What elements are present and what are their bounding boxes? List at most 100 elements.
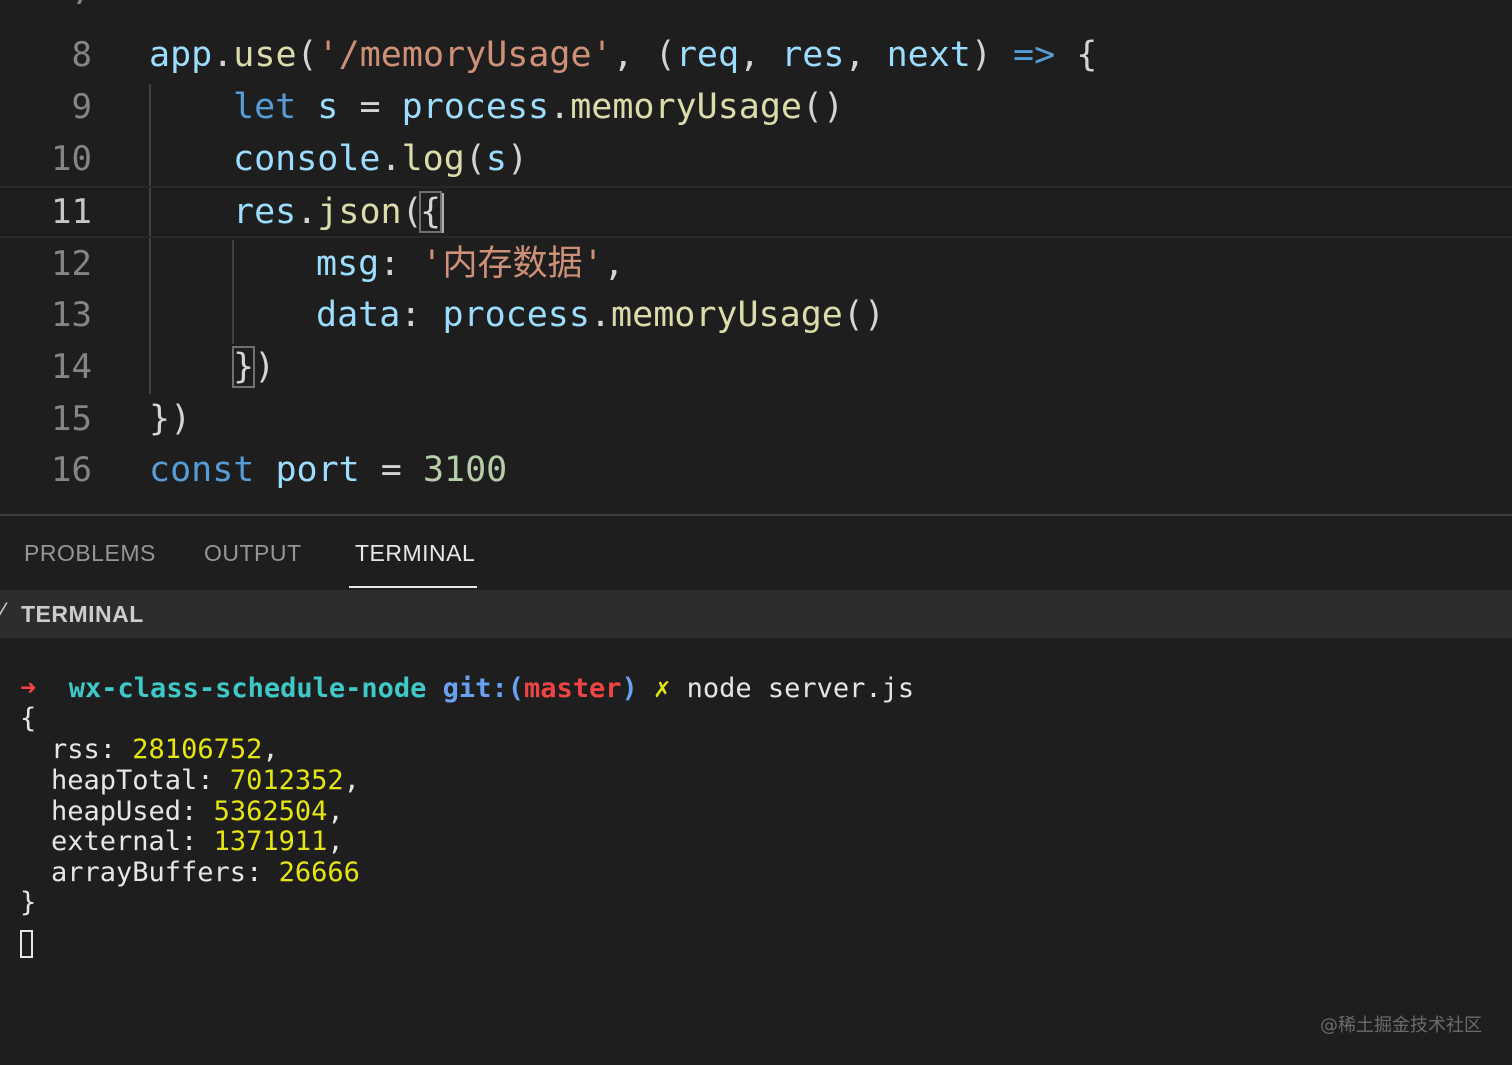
code-token: .	[212, 35, 234, 75]
code-line-current: 11 res.json( {	[0, 186, 1512, 238]
code-token: use	[233, 35, 297, 75]
code-token: ,	[739, 35, 782, 75]
code-text: const port = 3100	[149, 444, 507, 496]
line-number: 13	[51, 295, 92, 335]
code-token: .	[380, 139, 402, 179]
code-token: let	[233, 87, 297, 127]
prompt-git-branch: master	[523, 673, 622, 704]
code-token: 3100	[422, 450, 508, 490]
panel-tab-bar: PROBLEMS OUTPUT TERMINAL	[0, 516, 1512, 590]
code-token: )	[254, 347, 276, 387]
line-number: 15	[51, 399, 92, 439]
terminal-output-line: external: 1371911,	[51, 826, 344, 857]
code-token: res	[781, 35, 845, 75]
code-token: log	[401, 139, 465, 179]
matched-bracket: }	[231, 346, 256, 388]
code-token: =	[359, 450, 423, 490]
code-token: process	[401, 87, 550, 127]
code-line: 14 })	[0, 341, 1512, 393]
code-token: next	[886, 35, 971, 75]
line-number: 16	[51, 450, 92, 490]
code-token: ()	[801, 87, 845, 127]
code-token: .	[589, 295, 612, 335]
code-token: )	[970, 35, 1014, 75]
active-tab-indicator	[349, 586, 477, 588]
code-token: ()	[842, 295, 885, 335]
terminal-command: node server.js	[686, 673, 915, 704]
line-number: 12	[51, 244, 92, 284]
code-token: console	[233, 139, 381, 179]
code-token: })	[149, 399, 192, 439]
terminal-section-title: TERMINAL	[21, 601, 144, 627]
code-token: , (	[612, 35, 676, 75]
code-token: process	[442, 295, 590, 335]
code-token: memoryUsage	[611, 295, 843, 335]
tab-terminal[interactable]: TERMINAL	[355, 540, 475, 567]
terminal-output-line: arrayBuffers: 26666	[51, 857, 360, 888]
code-token: s	[485, 139, 507, 179]
code-token: (	[296, 35, 318, 75]
code-token: const	[149, 450, 255, 490]
line-number: 9	[71, 87, 92, 127]
terminal-cursor	[20, 930, 33, 958]
line-number: 10	[51, 139, 92, 179]
code-text: msg: '内存数据',	[316, 238, 625, 290]
code-text: data: process.memoryUsage()	[316, 289, 885, 341]
line-number: 8	[71, 35, 92, 75]
terminal-output-line: {	[20, 703, 37, 734]
code-text: app.use('/memoryUsage', (req, res, next)…	[149, 29, 1097, 81]
code-token: ,	[603, 244, 625, 284]
terminal-output-line: heapTotal: 7012352,	[51, 765, 360, 796]
code-token: :	[379, 244, 422, 284]
code-token: '/memoryUsage'	[317, 35, 613, 75]
code-token: s	[317, 87, 339, 127]
code-token: port	[275, 450, 360, 490]
code-token: {	[1055, 35, 1098, 75]
terminal-prompt-line: ➜ wx-class-schedule-node git:(master) ✗ …	[20, 673, 914, 704]
code-line: 13 data: process.memoryUsage()	[0, 289, 1512, 341]
code-line: 8 app.use('/memoryUsage', (req, res, nex…	[0, 29, 1512, 81]
terminal-output-line: }	[20, 887, 37, 918]
terminal-output-line: heapUsed: 5362504,	[51, 796, 344, 827]
terminal-output[interactable]: ➜ wx-class-schedule-node git:(master) ✗ …	[0, 638, 1512, 1065]
bottom-panel: PROBLEMS OUTPUT TERMINAL ⁄ TERMINAL ➜ wx…	[0, 514, 1512, 1065]
code-token: msg	[316, 244, 380, 284]
code-editor[interactable]: 7 8 app.use('/memoryUsage', (req, res, n…	[0, 0, 1512, 514]
prompt-directory: wx-class-schedule-node	[68, 673, 427, 704]
code-token: req	[675, 35, 740, 75]
code-token: (	[464, 139, 486, 179]
code-line: 16 const port = 3100	[0, 444, 1512, 496]
chevron-down-icon[interactable]: ⁄	[0, 600, 4, 625]
code-token: .	[549, 87, 571, 127]
matched-bracket: {	[418, 191, 443, 233]
code-line: 7	[0, 0, 1512, 19]
code-text: console.log(s)	[233, 133, 528, 185]
code-line: 12 msg: '内存数据',	[0, 238, 1512, 290]
code-line: 15 })	[0, 393, 1512, 445]
code-token: data	[316, 295, 401, 335]
code-token: =>	[1013, 35, 1056, 75]
line-number: 7	[0, 0, 92, 19]
watermark: @稀土掘金技术社区	[1320, 1015, 1482, 1036]
code-token: :	[400, 295, 443, 335]
tab-problems[interactable]: PROBLEMS	[24, 540, 156, 567]
code-token: app	[149, 35, 213, 75]
line-number: 14	[51, 347, 92, 387]
prompt-git-close: )	[621, 673, 638, 704]
prompt-arrow-icon: ➜	[20, 673, 37, 704]
tab-output[interactable]: OUTPUT	[204, 540, 302, 567]
code-token: res	[233, 192, 297, 232]
code-token: =	[338, 87, 402, 127]
code-text: {	[418, 186, 445, 238]
code-token: ,	[844, 35, 887, 75]
prompt-git-label: git:(	[442, 673, 524, 704]
code-text: })	[149, 393, 191, 445]
line-number: 11	[51, 192, 92, 232]
code-token: )	[506, 139, 529, 179]
code-line: 10 console.log(s)	[0, 133, 1512, 185]
terminal-section-header[interactable]: ⁄ TERMINAL	[0, 590, 1512, 638]
text-cursor	[441, 193, 445, 233]
code-token: json	[317, 192, 402, 232]
